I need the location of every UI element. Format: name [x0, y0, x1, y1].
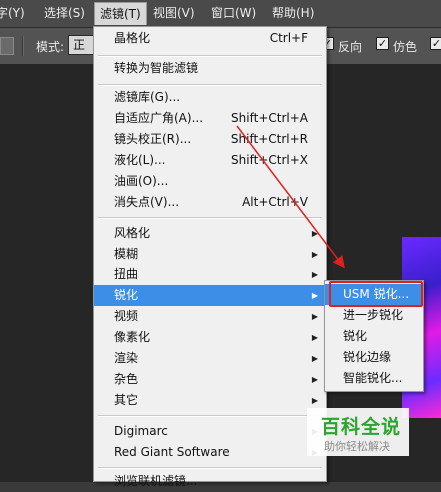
menu-item-label: 晶格化 — [114, 31, 151, 45]
dither-checkbox[interactable]: ✓ — [376, 37, 389, 50]
menu-bar: 字(Y) 选择(S) 滤镜(T) 视图(V) 窗口(W) 帮助(H) — [0, 0, 441, 27]
menu-item-distort[interactable]: 扭曲 ▶ — [94, 264, 326, 285]
submenu-item-label: 锐化边缘 — [343, 350, 392, 364]
menu-item-shortcut: Ctrl+F — [269, 31, 308, 45]
menu-item-liquify[interactable]: 液化(L)... Shift+Ctrl+X — [94, 150, 326, 171]
menu-separator — [98, 467, 322, 469]
menu-item-label: 渲染 — [114, 351, 139, 365]
menu-item-label: 锐化 — [114, 288, 139, 302]
submenu-arrow-icon: ▶ — [311, 375, 318, 384]
menu-item-label: 转换为智能滤镜 — [114, 61, 199, 75]
menu-item-shortcut: Shift+Ctrl+A — [231, 111, 308, 125]
menu-separator — [98, 55, 322, 57]
menu-item-crystallize[interactable]: 晶格化 Ctrl+F — [94, 28, 326, 49]
submenu-item-sharpen-edges[interactable]: 锐化边缘 — [325, 347, 423, 368]
submenu-arrow-icon: ▶ — [311, 333, 318, 342]
menu-item-filter-gallery[interactable]: 滤镜库(G)... — [94, 87, 326, 108]
menu-select[interactable]: 选择(S) — [44, 5, 85, 21]
filter-menu: 晶格化 Ctrl+F 转换为智能滤镜 滤镜库(G)... 自适应广角(A)...… — [93, 26, 327, 488]
menu-item-label: 风格化 — [114, 226, 151, 240]
menu-filter[interactable]: 滤镜(T) — [94, 2, 147, 25]
menu-item-label: 消失点(V)... — [114, 195, 180, 209]
menu-item-pixelate[interactable]: 像素化 ▶ — [94, 327, 326, 348]
menu-item-label: 镜头校正(R)... — [114, 132, 192, 146]
menu-item-label: 视频 — [114, 309, 139, 323]
submenu-item-label: 锐化 — [343, 329, 368, 343]
menu-item-render[interactable]: 渲染 ▶ — [94, 348, 326, 369]
menu-item-vanishing-point[interactable]: 消失点(V)... Alt+Ctrl+V — [94, 192, 326, 213]
menu-item-digimarc[interactable]: Digimarc ▶ — [94, 421, 326, 442]
menu-item-label: 杂色 — [114, 372, 139, 386]
watermark-logo: 百科全说 助你轻松解决 — [307, 408, 409, 456]
submenu-item-sharpen-more[interactable]: 进一步锐化 — [325, 305, 423, 326]
menu-item-label: 扭曲 — [114, 267, 139, 281]
menu-item-label: 其它 — [114, 393, 139, 407]
transparency-checkbox[interactable]: ✓ — [430, 37, 441, 50]
menu-item-shortcut: Alt+Ctrl+V — [242, 195, 308, 209]
submenu-item-label: 进一步锐化 — [343, 308, 404, 322]
menu-item-red-giant[interactable]: Red Giant Software ▶ — [94, 442, 326, 463]
menu-item-convert-smart-filters[interactable]: 转换为智能滤镜 — [94, 58, 326, 79]
annotation-highlight-box — [329, 281, 423, 307]
menu-window[interactable]: 窗口(W) — [211, 5, 256, 21]
watermark-subtitle: 助你轻松解决 — [324, 440, 390, 453]
menu-item-shortcut: Shift+Ctrl+R — [230, 132, 308, 146]
options-divider — [22, 36, 24, 56]
menu-help[interactable]: 帮助(H) — [272, 5, 314, 21]
menu-item-label: 液化(L)... — [114, 153, 166, 167]
menu-item-label: 自适应广角(A)... — [114, 111, 204, 125]
submenu-arrow-icon: ▶ — [311, 229, 318, 238]
mode-value: 正 — [73, 38, 86, 52]
menu-item-blur[interactable]: 模糊 ▶ — [94, 244, 326, 265]
menu-item-other[interactable]: 其它 ▶ — [94, 390, 326, 411]
submenu-arrow-icon: ▶ — [311, 354, 318, 363]
menu-separator — [98, 415, 322, 417]
menu-item-shortcut: Shift+Ctrl+X — [231, 153, 308, 167]
submenu-item-sharpen[interactable]: 锐化 — [325, 326, 423, 347]
watermark-title: 百科全说 — [321, 416, 402, 438]
submenu-item-smart-sharpen[interactable]: 智能锐化... — [325, 368, 423, 389]
menu-item-label: Red Giant Software — [114, 445, 230, 459]
menu-item-stylize[interactable]: 风格化 ▶ — [94, 223, 326, 244]
mode-label: 模式: — [36, 40, 65, 54]
menu-item-adaptive-wide-angle[interactable]: 自适应广角(A)... Shift+Ctrl+A — [94, 108, 326, 129]
menu-item-label: 油画(O)... — [114, 174, 169, 188]
tool-preset-icon[interactable] — [0, 37, 14, 55]
menu-view[interactable]: 视图(V) — [153, 5, 195, 21]
menu-item-lens-correction[interactable]: 镜头校正(R)... Shift+Ctrl+R — [94, 129, 326, 150]
submenu-arrow-icon: ▶ — [311, 312, 318, 321]
menu-item-video[interactable]: 视频 ▶ — [94, 306, 326, 327]
dither-label: 仿色 — [393, 40, 418, 54]
menu-item-label: 滤镜库(G)... — [114, 90, 181, 104]
submenu-arrow-icon: ▶ — [311, 250, 318, 259]
menu-separator — [98, 217, 322, 219]
submenu-item-label: 智能锐化... — [343, 371, 403, 385]
menu-item-label: 模糊 — [114, 247, 139, 261]
menu-item-oil-paint[interactable]: 油画(O)... — [94, 171, 326, 192]
menu-separator — [98, 84, 322, 86]
submenu-arrow-icon: ▶ — [311, 291, 318, 300]
submenu-arrow-icon: ▶ — [311, 270, 318, 279]
menu-item-label: 像素化 — [114, 330, 151, 344]
menu-type[interactable]: 字(Y) — [0, 5, 25, 21]
menu-item-label: Digimarc — [114, 424, 168, 438]
menu-item-sharpen[interactable]: 锐化 ▶ — [94, 285, 326, 306]
reverse-label: 反向 — [338, 40, 363, 54]
menu-item-noise[interactable]: 杂色 ▶ — [94, 369, 326, 390]
